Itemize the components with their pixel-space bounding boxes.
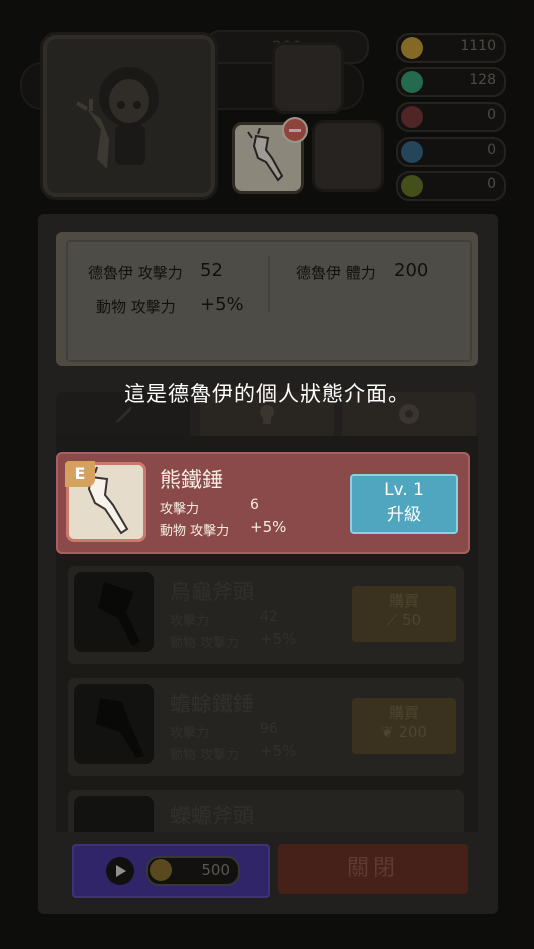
film-clapper-icon — [106, 857, 134, 885]
feather-icon — [401, 106, 423, 128]
druid-icon — [75, 67, 159, 169]
list-item-active[interactable]: E 熊鐵錘 攻擊力 6 動物 攻擊力 +5% Lv. 1 升級 — [56, 452, 470, 554]
leaf-icon: ❦ — [381, 723, 399, 741]
empty-slot-top[interactable] — [272, 42, 344, 114]
resource-claw: 0 — [396, 137, 506, 167]
druid-atk-label: 德魯伊 攻擊力 — [88, 264, 183, 282]
claw-icon — [401, 141, 423, 163]
empty-slot-bottom[interactable] — [312, 120, 384, 192]
resource-feather: 0 — [396, 102, 506, 132]
highlighted-item-container: E 熊鐵錘 攻擊力 6 動物 攻擊力 +5% Lv. 1 升級 — [56, 452, 470, 554]
druid-portrait — [40, 32, 218, 200]
item-name: 熊鐵錘 — [160, 468, 223, 492]
item-icon-box — [74, 684, 154, 764]
resource-leaf: 0 — [396, 171, 506, 201]
list-item[interactable]: 蠑螈斧頭 — [68, 790, 464, 832]
gold-coin-icon — [150, 859, 172, 881]
stats-divider — [268, 256, 270, 312]
watch-ad-button[interactable]: 500 — [72, 844, 270, 898]
item-icon-box: E — [65, 461, 146, 542]
animal-atk-value: +5% — [200, 294, 244, 315]
resource-gold: 1110 — [396, 33, 506, 63]
gem-icon — [401, 71, 423, 93]
druid-atk-value: 52 — [200, 260, 223, 281]
animal-atk-label: 動物 攻擊力 — [96, 298, 176, 316]
gold-coin-icon — [401, 37, 423, 59]
buy-button[interactable]: 購買 ❦ 200 — [352, 698, 456, 754]
close-button[interactable]: 關閉 — [278, 844, 468, 894]
buy-button[interactable]: 購買 ⟋ 50 — [352, 586, 456, 642]
turtle-axe-icon — [98, 582, 140, 646]
upgrade-button[interactable]: Lv. 1 升級 — [350, 474, 458, 534]
feather-icon: ⟋ — [386, 611, 403, 629]
toad-hammer-icon — [96, 698, 144, 758]
item-icon-box — [74, 572, 154, 652]
list-item[interactable]: 蟾蜍鐵錘 攻擊力 96 動物 攻擊力 +5% 購買 ❦ 200 — [68, 678, 464, 776]
unequip-button[interactable] — [282, 117, 308, 143]
resource-gem: 128 — [396, 67, 506, 97]
druid-hp-value: 200 — [394, 260, 429, 281]
leaf-icon — [401, 175, 423, 197]
list-item[interactable]: 烏龜斧頭 攻擊力 42 動物 攻擊力 +5% 購買 ⟋ 50 — [68, 566, 464, 664]
ad-price: 500 — [146, 856, 240, 886]
druid-hp-label: 德魯伊 體力 — [296, 264, 376, 282]
item-icon-box — [74, 796, 154, 832]
grade-tag: E — [65, 461, 95, 487]
tutorial-message: 這是德魯伊的個人狀態介面。 — [124, 382, 410, 406]
